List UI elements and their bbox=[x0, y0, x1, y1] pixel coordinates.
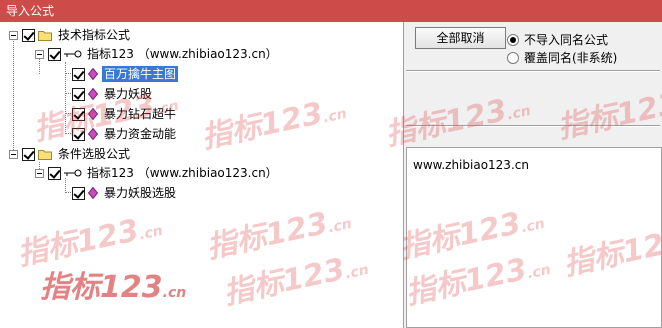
item-label: 暴力资金动能 bbox=[104, 127, 177, 141]
divider bbox=[406, 70, 660, 72]
divider bbox=[406, 125, 660, 127]
tree-item[interactable]: 暴力资金动能 bbox=[72, 125, 178, 143]
tree-item[interactable]: 百万擒牛主图 bbox=[72, 65, 179, 83]
item-label: 暴力妖股 bbox=[104, 87, 153, 101]
item-checkbox[interactable] bbox=[72, 67, 85, 81]
info-text: www.zhibiao123.cn bbox=[413, 158, 529, 172]
formula-icon bbox=[88, 187, 98, 199]
group-label: 技术指标公式 bbox=[58, 28, 131, 42]
item-checkbox[interactable] bbox=[72, 87, 85, 101]
source-label: 指标123 （www.zhibiao123.cn） bbox=[87, 166, 278, 180]
tree-item[interactable]: 暴力妖股选股 bbox=[72, 184, 178, 202]
collapse-toggle-icon[interactable] bbox=[9, 30, 18, 40]
source-checkbox[interactable] bbox=[48, 47, 61, 61]
window-title-bar: 导入公式 bbox=[0, 0, 662, 22]
key-icon bbox=[64, 50, 82, 58]
radio-overwrite[interactable]: 覆盖同名(非系统) bbox=[507, 49, 617, 66]
formula-icon bbox=[88, 88, 98, 100]
radio-label: 覆盖同名(非系统) bbox=[524, 51, 618, 65]
collapse-toggle-icon[interactable] bbox=[35, 49, 44, 59]
group-checkbox[interactable] bbox=[22, 147, 35, 161]
formula-icon bbox=[88, 108, 98, 120]
folder-icon bbox=[38, 149, 52, 160]
formula-tree[interactable]: 技术指标公式 指标123 （www.zhibiao123.cn） 百万擒牛主图 … bbox=[0, 22, 404, 328]
item-label: 暴力妖股选股 bbox=[104, 186, 177, 200]
radio-unselected-icon[interactable] bbox=[507, 51, 519, 64]
group-checkbox[interactable] bbox=[22, 28, 35, 42]
group-label: 条件选股公式 bbox=[58, 147, 131, 161]
info-box: www.zhibiao123.cn bbox=[406, 147, 662, 328]
item-label-selected: 百万擒牛主图 bbox=[102, 66, 179, 82]
item-checkbox[interactable] bbox=[72, 127, 85, 141]
collapse-toggle-icon[interactable] bbox=[35, 168, 44, 178]
tree-item[interactable]: 暴力钻石超牛 bbox=[72, 105, 178, 123]
radio-no-import[interactable]: 不导入同名公式 bbox=[507, 31, 608, 48]
item-label: 暴力钻石超牛 bbox=[104, 107, 177, 121]
window-title: 导入公式 bbox=[6, 4, 55, 18]
key-icon bbox=[64, 169, 82, 177]
tree-item[interactable]: 暴力妖股 bbox=[72, 85, 154, 103]
tree-node-source[interactable]: 指标123 （www.zhibiao123.cn） bbox=[35, 164, 280, 182]
radio-selected-icon[interactable] bbox=[507, 33, 519, 46]
tree-connector bbox=[13, 36, 14, 154]
source-label: 指标123 （www.zhibiao123.cn） bbox=[87, 47, 278, 61]
options-panel: 全部取消 不导入同名公式 覆盖同名(非系统) www.zhibiao123.cn bbox=[404, 22, 662, 328]
cancel-all-button[interactable]: 全部取消 bbox=[415, 27, 506, 49]
collapse-toggle-icon[interactable] bbox=[9, 149, 18, 159]
tree-node-group-tech[interactable]: 技术指标公式 bbox=[9, 26, 132, 44]
folder-icon bbox=[38, 30, 52, 41]
radio-label: 不导入同名公式 bbox=[524, 33, 609, 47]
item-checkbox[interactable] bbox=[72, 186, 85, 200]
source-checkbox[interactable] bbox=[48, 166, 61, 180]
formula-icon bbox=[88, 128, 98, 140]
formula-icon bbox=[88, 68, 98, 80]
tree-node-group-screen[interactable]: 条件选股公式 bbox=[9, 145, 132, 163]
tree-node-source[interactable]: 指标123 （www.zhibiao123.cn） bbox=[35, 45, 280, 63]
item-checkbox[interactable] bbox=[72, 107, 85, 121]
